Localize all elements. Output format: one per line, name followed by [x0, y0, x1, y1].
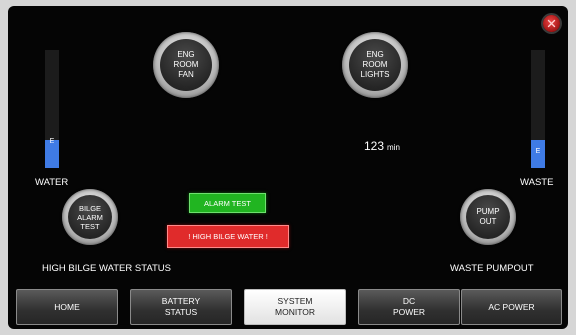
lights-timer-value: 123	[364, 139, 385, 153]
close-button[interactable]	[543, 15, 560, 32]
pump-out-button[interactable]: PUMP OUT	[460, 189, 516, 245]
waste-label: WASTE	[520, 177, 554, 188]
nav-dc-power-button[interactable]: DC POWER	[358, 289, 460, 325]
high-bilge-water-status-label: HIGH BILGE WATER STATUS	[42, 263, 171, 274]
close-icon	[547, 19, 556, 28]
alarm-test-indicator: ALARM TEST	[189, 193, 266, 213]
eng-room-fan-label: ENG ROOM FAN	[160, 39, 212, 91]
eng-room-lights-button[interactable]: ENG ROOM LIGHTS	[342, 32, 408, 98]
system-monitor-screen: E WATER E WASTE ENG ROOM FAN ENG ROOM LI…	[8, 6, 568, 329]
lights-timer-readout: 123 min	[364, 139, 400, 153]
bilge-alarm-test-label: BILGE ALARM TEST	[68, 195, 112, 239]
eng-room-lights-label: ENG ROOM LIGHTS	[349, 39, 401, 91]
water-tank-gauge	[45, 50, 59, 168]
lights-timer-unit: min	[387, 143, 400, 152]
pump-out-label: PUMP OUT	[466, 195, 510, 239]
waste-tank-level-letter: E	[535, 148, 541, 155]
nav-home-button[interactable]: HOME	[16, 289, 118, 325]
bilge-alarm-test-button[interactable]: BILGE ALARM TEST	[62, 189, 118, 245]
water-tank-level-letter: E	[49, 138, 55, 145]
eng-room-fan-button[interactable]: ENG ROOM FAN	[153, 32, 219, 98]
nav-battery-status-button[interactable]: BATTERY STATUS	[130, 289, 232, 325]
nav-system-monitor-button[interactable]: SYSTEM MONITOR	[244, 289, 346, 325]
waste-pumpout-label: WASTE PUMPOUT	[450, 263, 534, 274]
nav-ac-power-button[interactable]: AC POWER	[461, 289, 562, 325]
high-bilge-water-indicator: ! HIGH BILGE WATER !	[167, 225, 289, 248]
water-label: WATER	[35, 177, 69, 188]
